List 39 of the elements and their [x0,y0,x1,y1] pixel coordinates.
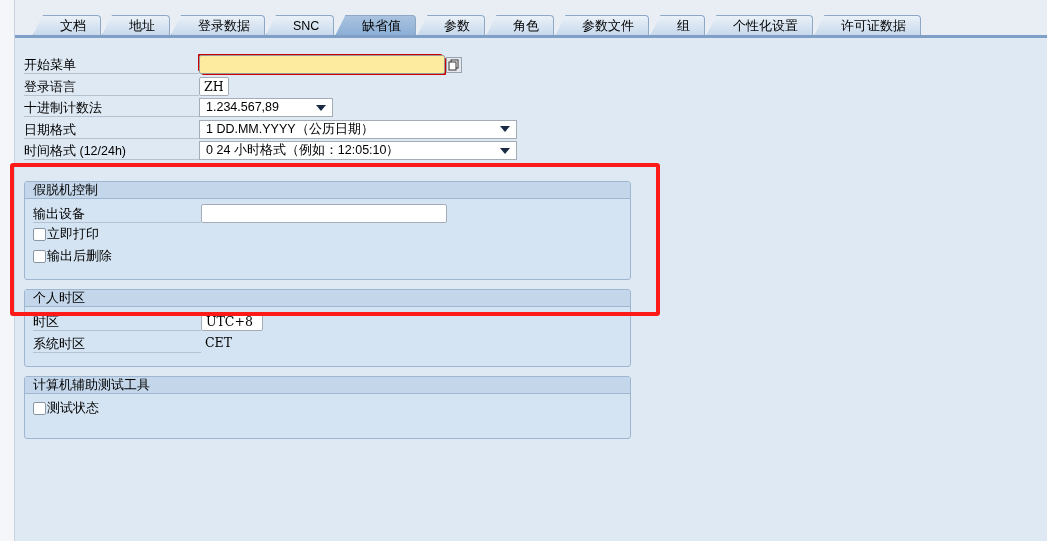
input-field[interactable]: ZH [199,76,229,96]
tab[interactable]: 个性化设置 [706,15,814,35]
field-label: 登录语言 [24,76,199,96]
checkbox[interactable] [33,228,46,242]
tab[interactable]: 登录数据 [171,15,265,35]
checkbox-label: 输出后删除 [47,247,112,265]
group-title: 假脱机控制 [25,181,630,199]
field-label: 日期格式 [24,119,199,139]
checkbox-label: 立即打印 [47,226,99,244]
group-title: 计算机辅助测试工具 [25,377,630,394]
checkbox-label: 测试状态 [47,400,99,418]
tab[interactable]: 组 [650,15,706,35]
tab[interactable]: 地址 [102,15,170,35]
group-title: 个人时区 [25,290,630,307]
tab[interactable]: 参数文件 [555,15,650,35]
tab[interactable]: SNC [266,15,335,35]
tab[interactable]: 参数 [417,15,486,35]
tab[interactable]: 许可证数据 [814,15,922,35]
field-label: 十进制计数法 [24,98,199,118]
dropdown-arrow-icon [500,147,510,154]
checkbox[interactable] [33,249,46,263]
input-field[interactable] [201,203,447,223]
checkbox[interactable] [33,402,46,416]
dropdown-arrow-icon [316,104,326,111]
tab[interactable]: 缺省值 [335,15,417,35]
field-label: 时区 [33,312,201,332]
field-label: 输出设备 [33,203,201,223]
dropdown-field[interactable]: 0 24 小时格式（例如：12:05:10） [199,141,517,161]
tab[interactable]: 文档 [33,15,101,35]
dropdown-field[interactable]: 1 DD.MM.YYYY（公历日期） [199,119,517,139]
field-value: CET [204,333,233,352]
value-help-icon[interactable] [446,56,462,73]
field-label: 开始菜单 [24,55,199,75]
tab[interactable]: 角色 [486,15,555,35]
input-field[interactable] [199,55,445,75]
field-label: 系统时区 [33,333,201,353]
field-label: 时间格式 (12/24h) [24,141,199,161]
dropdown-field[interactable]: 1.234.567,89 [199,98,333,118]
dropdown-arrow-icon [500,126,510,133]
